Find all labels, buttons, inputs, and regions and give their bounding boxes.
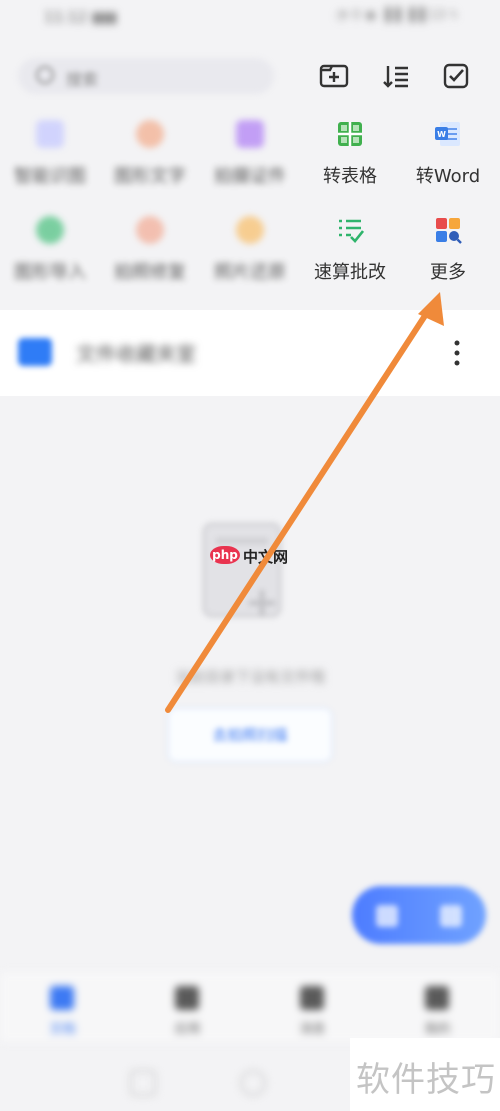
- multi-select-icon[interactable]: [440, 60, 472, 92]
- svg-text:W: W: [437, 130, 446, 139]
- document-icon: [50, 986, 74, 1010]
- tool-label: 照片还原: [214, 262, 286, 283]
- apps-icon: [175, 986, 199, 1010]
- corner-watermark: 软件技巧: [350, 1038, 500, 1111]
- photo-restore-icon: [236, 216, 264, 244]
- tool-more[interactable]: 更多: [398, 208, 498, 298]
- tool-label: 转Word: [415, 166, 481, 187]
- photo-repair-icon: [136, 216, 164, 244]
- tool-label: 拍照修复: [114, 262, 186, 283]
- corner-watermark-text: 软件技巧: [356, 1060, 496, 1100]
- folder-label: 文件收藏夹室: [76, 342, 196, 366]
- tool-label: 转表格: [323, 166, 377, 187]
- tool-item[interactable]: 智能识图: [0, 112, 100, 202]
- id-card-icon: [236, 120, 264, 148]
- tool-item[interactable]: 照片还原: [200, 208, 300, 298]
- tool-to-word[interactable]: W 转Word: [398, 112, 498, 202]
- status-icons: ◔ ⚲ ◉ ▐▐ ▐▐ 13 ϟ: [335, 8, 458, 23]
- nav-profile[interactable]: 我的: [375, 972, 500, 1042]
- tool-item[interactable]: 拍照修复: [100, 208, 200, 298]
- tool-label: 智能识图: [14, 166, 86, 187]
- nav-label: 我的: [424, 1022, 451, 1037]
- php-watermark: php 中文网: [210, 546, 302, 566]
- tool-label: 速算批改: [314, 262, 386, 283]
- camera-icon: [376, 905, 398, 927]
- php-logo-text: 中文网: [243, 548, 289, 566]
- more-options-icon[interactable]: [454, 340, 460, 366]
- folder-icon: [18, 338, 52, 366]
- back-key-icon[interactable]: [130, 1070, 156, 1096]
- more-apps-icon: [436, 218, 462, 244]
- nav-apps[interactable]: 应用: [125, 972, 250, 1042]
- import-icon: [440, 905, 462, 927]
- table-icon: [338, 122, 362, 146]
- message-icon: [300, 986, 324, 1010]
- tool-label: 图形导入: [14, 262, 86, 283]
- sort-icon[interactable]: [380, 60, 412, 92]
- nav-label: 消息: [299, 1022, 326, 1037]
- camera-fab[interactable]: [352, 886, 486, 944]
- nav-documents[interactable]: 文档: [0, 972, 125, 1042]
- image-text-icon: [136, 120, 164, 148]
- tool-item[interactable]: 拍摄证件: [200, 112, 300, 202]
- nav-label: 文档: [49, 1022, 76, 1037]
- user-icon: [425, 986, 449, 1010]
- folder-row[interactable]: 文件收藏夹室: [0, 310, 500, 396]
- nav-label: 应用: [174, 1022, 201, 1037]
- php-logo: php: [210, 546, 240, 564]
- tool-item[interactable]: 图形文字: [100, 112, 200, 202]
- scan-button[interactable]: 去拍照扫描: [168, 708, 332, 762]
- tool-grid: 智能识图 图形文字 拍摄证件 转表格 W 转Word 图形导入 拍照修复 照片还…: [0, 112, 500, 302]
- bottom-nav: 文档 应用 消息 我的: [0, 972, 500, 1042]
- word-icon: W: [435, 122, 460, 146]
- new-folder-icon[interactable]: [318, 60, 350, 92]
- scan-button-label: 去拍照扫描: [212, 726, 288, 744]
- tool-to-table[interactable]: 转表格: [300, 112, 400, 202]
- empty-state-text: 当前目录下没有文件哦: [174, 668, 325, 686]
- status-time: 11:12 ▮▮▮: [44, 8, 117, 26]
- smart-scan-icon: [36, 120, 64, 148]
- search-input[interactable]: 搜索: [18, 58, 274, 94]
- empty-folder-illustration: [202, 522, 282, 618]
- nav-messages[interactable]: 消息: [250, 972, 375, 1042]
- top-bar: 搜索: [0, 46, 500, 106]
- tool-quick-grade[interactable]: 速算批改: [300, 208, 400, 298]
- home-key-icon[interactable]: [240, 1070, 266, 1096]
- tool-label: 图形文字: [114, 166, 186, 187]
- import-icon: [36, 216, 64, 244]
- checklist-icon: [339, 219, 364, 243]
- tool-label: 更多: [430, 262, 466, 283]
- search-placeholder: 搜索: [66, 70, 99, 89]
- tool-label: 拍摄证件: [214, 166, 286, 187]
- tool-item[interactable]: 图形导入: [0, 208, 100, 298]
- search-icon: [36, 66, 54, 84]
- status-bar: 11:12 ▮▮▮ ◔ ⚲ ◉ ▐▐ ▐▐ 13 ϟ: [0, 0, 500, 34]
